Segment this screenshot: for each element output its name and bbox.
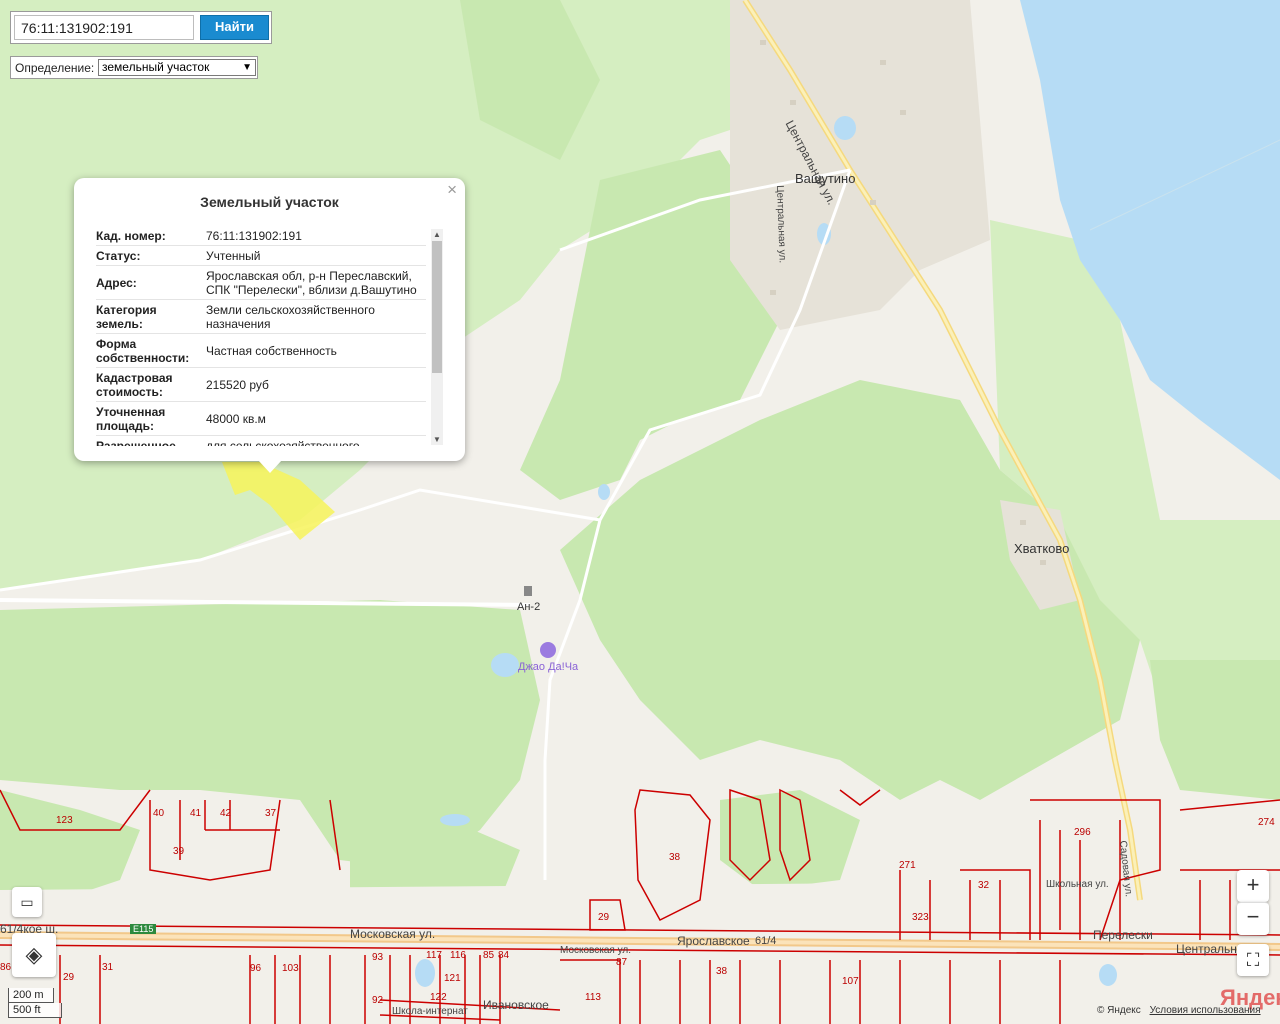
plot-number: 39 [173, 846, 185, 857]
table-row: Адрес: Ярославская обл, р-н Переславский,… [96, 266, 426, 300]
plot-number: 29 [598, 912, 610, 923]
popup-table: Кад. номер: 76:11:131902:191 Статус: Учтен… [96, 226, 426, 446]
plot-number: 117 [426, 950, 442, 961]
plot-number: 41 [190, 808, 202, 819]
scale-imperial: 500 ft [8, 1003, 62, 1018]
label-peresleski: Перелески [1093, 928, 1153, 942]
definition-select[interactable]: земельный участок ▼ [98, 59, 256, 76]
row-value: Частная собственность [206, 343, 337, 358]
row-value: для сельскохозяйственного [206, 438, 360, 447]
plot-number: 107 [842, 976, 859, 987]
plot-number: 84 [498, 950, 510, 961]
plot-number: 323 [912, 912, 929, 923]
plot-number: 92 [372, 995, 384, 1006]
table-row: Статус: Учтенный [96, 246, 426, 266]
label-an2: Ан-2 [517, 601, 541, 613]
row-key: Уточненная площадь: [96, 404, 166, 433]
label-yaroslavskoe: Ярославское [677, 934, 750, 948]
plot-number: 113 [585, 992, 601, 1003]
search-panel: Найти [10, 11, 272, 44]
scrollbar-thumb[interactable] [432, 241, 442, 373]
row-key: Кадастровая стоимость: [96, 370, 173, 399]
scale-bar: 200 m 500 ft [8, 988, 62, 1018]
popup-title: Земельный участок [200, 194, 339, 210]
table-row: Кад. номер: 76:11:131902:191 [96, 226, 426, 246]
plot-number: 93 [372, 952, 384, 963]
plot-number: 296 [1074, 827, 1091, 838]
table-row: Разрешенное для сельскохозяйственного [96, 436, 426, 447]
layers-button[interactable]: ◈ [12, 933, 56, 977]
label-shkolnaya: Школьная ул. [1046, 879, 1109, 890]
row-value: 215520 руб [206, 377, 269, 392]
plot-number: 123 [56, 815, 73, 826]
zoom-out-button[interactable]: − [1237, 902, 1269, 935]
plot-number: 42 [220, 808, 232, 819]
scale-metric: 200 m [8, 988, 54, 1003]
label-moskovskaya: Московская ул. [350, 927, 436, 941]
cadastral-search-input[interactable] [14, 15, 194, 40]
definition-label: Определение: [15, 61, 95, 75]
label-moskovskaya-2: Московская ул. [560, 945, 631, 956]
table-row: Форма собственности: Частная собственност… [96, 334, 426, 368]
plot-number: 38 [716, 966, 728, 977]
plot-number: 86 [0, 962, 12, 973]
plot-number: 122 [430, 992, 447, 1003]
plot-number: 31 [102, 962, 114, 973]
label-e115: E115 [130, 924, 157, 934]
row-key: Форма собственности: [96, 336, 190, 365]
row-key: Категория земель: [96, 302, 157, 331]
row-key: Кад. номер: [96, 228, 166, 243]
row-value: Земли сельскохозяйственного назначения [206, 302, 375, 331]
row-key: Разрешенное [96, 438, 176, 447]
plot-number: 121 [444, 973, 461, 984]
plot-number: 274 [1258, 817, 1275, 828]
table-row: Кадастровая стоимость: 215520 руб [96, 368, 426, 402]
label-khvatkovo: Хватково [1014, 541, 1070, 556]
layers-icon: ◈ [25, 942, 43, 967]
row-value: 76:11:131902:191 [206, 228, 302, 243]
ruler-button[interactable]: ▭ [12, 887, 42, 917]
label-dzhao[interactable]: Джао Да!Ча [518, 661, 578, 673]
label-ivanovskoe: Ивановское [483, 998, 549, 1012]
row-key: Статус: [96, 248, 141, 263]
scroll-down-icon[interactable]: ▼ [431, 435, 443, 444]
definition-panel: Определение: земельный участок ▼ [10, 56, 258, 79]
plot-number: 116 [450, 950, 466, 961]
row-value: Ярославская обл, р-н Переславский, СПК "… [206, 268, 417, 297]
popup-scrollbar[interactable]: ▲ ▼ [431, 229, 443, 445]
scroll-up-icon[interactable]: ▲ [431, 230, 443, 239]
fullscreen-icon: ⛶ [1246, 950, 1260, 970]
label-route-614: 61/4 [755, 935, 777, 947]
popup-tail [258, 460, 282, 473]
plot-number: 29 [63, 972, 75, 983]
search-button[interactable]: Найти [200, 15, 269, 40]
row-value: 48000 кв.м [206, 411, 266, 426]
table-row: Уточненная площадь: 48000 кв.м [96, 402, 426, 436]
map-canvas[interactable] [0, 0, 1280, 1024]
table-row: Категория земель: Земли сельскохозяйствен… [96, 300, 426, 334]
plot-number: 38 [669, 852, 681, 863]
terms-link[interactable]: Условия использования [1150, 1005, 1261, 1016]
plot-number: 32 [978, 880, 990, 891]
fullscreen-button[interactable]: ⛶ [1237, 944, 1269, 976]
plot-number: 103 [282, 963, 299, 974]
plot-number: 271 [899, 860, 916, 871]
ruler-icon: ▭ [20, 894, 34, 910]
plot-number: 85 [483, 950, 495, 961]
copyright-yandex: © Яндекс [1097, 1005, 1141, 1016]
row-key: Адрес: [96, 275, 137, 290]
plot-number: 37 [265, 808, 277, 819]
chevron-down-icon: ▼ [242, 62, 252, 73]
zoom-in-button[interactable]: + [1237, 870, 1269, 902]
definition-selected-value: земельный участок [102, 60, 210, 74]
row-value: Учтенный [206, 248, 261, 263]
plot-number: 40 [153, 808, 165, 819]
close-icon[interactable]: × [447, 180, 457, 200]
label-internat: Школа-интернат [392, 1006, 468, 1017]
copyright: © Яндекс Условия использования [1097, 1005, 1267, 1016]
parcel-info-popup: Земельный участок × Кад. номер: 76:11:131… [74, 178, 465, 473]
plot-number: 96 [250, 963, 262, 974]
plot-number: 87 [616, 957, 628, 968]
